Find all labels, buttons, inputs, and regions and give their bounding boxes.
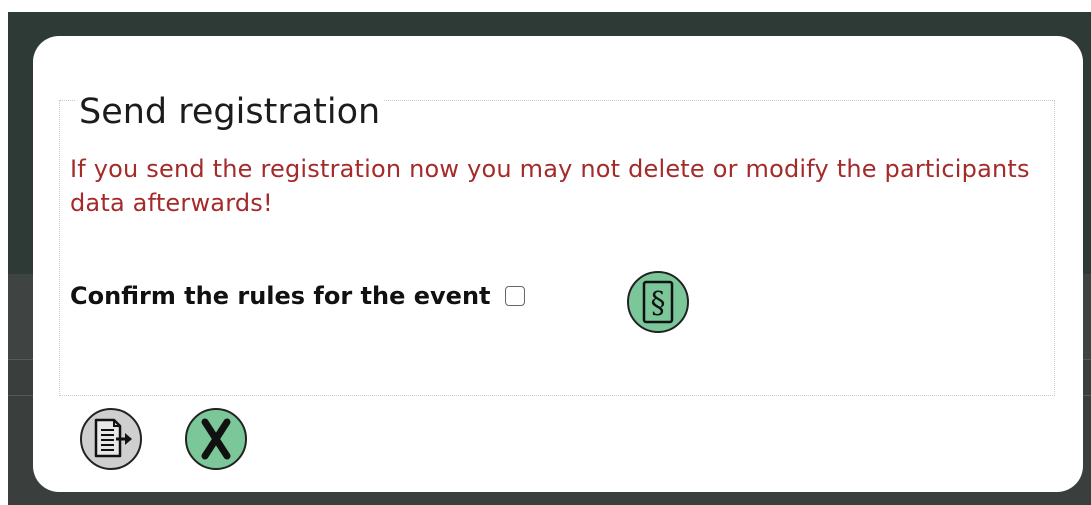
view-rules-button[interactable]: § xyxy=(627,271,689,333)
confirm-rules-checkbox[interactable] xyxy=(504,286,525,306)
send-registration-dialog: Send registration If you send the regist… xyxy=(33,36,1083,492)
x-cancel-icon xyxy=(201,418,231,460)
send-registration-button[interactable] xyxy=(80,408,142,470)
paragraph-section-icon: § xyxy=(642,280,674,324)
confirm-rules-row: Confirm the rules for the event xyxy=(70,279,525,313)
confirm-rules-label: Confirm the rules for the event xyxy=(70,282,491,310)
cancel-button[interactable] xyxy=(185,408,247,470)
warning-message: If you send the registration now you may… xyxy=(70,155,1030,217)
svg-text:§: § xyxy=(651,286,666,321)
dialog-title: Send registration xyxy=(75,90,385,134)
registration-fieldset xyxy=(59,100,1055,396)
document-send-icon xyxy=(94,418,132,458)
